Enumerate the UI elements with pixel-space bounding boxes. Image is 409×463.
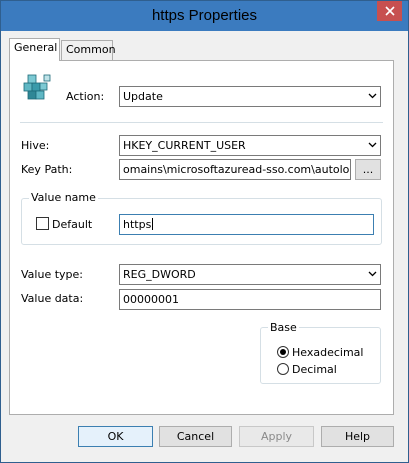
key-path-input[interactable]: omains\microsoftazuread-sso.com\autologo…	[119, 159, 351, 180]
properties-dialog: https Properties General Common Action: …	[0, 0, 409, 463]
hive-dropdown[interactable]: HKEY_CURRENT_USER	[119, 135, 381, 156]
action-value: Update	[123, 90, 163, 103]
hexadecimal-radio[interactable]	[277, 346, 289, 358]
decimal-radio[interactable]	[277, 363, 289, 375]
value-type-dropdown[interactable]: REG_DWORD	[119, 264, 381, 285]
tab-general[interactable]: General	[9, 38, 60, 61]
apply-button[interactable]: Apply	[239, 426, 314, 447]
hive-value: HKEY_CURRENT_USER	[123, 139, 246, 152]
chevron-down-icon	[368, 142, 377, 148]
value-data-label: Value data:	[21, 292, 84, 305]
hexadecimal-label: Hexadecimal	[292, 346, 364, 359]
base-group-title: Base	[268, 321, 299, 334]
separator	[20, 122, 383, 123]
action-label: Action:	[66, 90, 105, 103]
ok-button[interactable]: OK	[78, 426, 153, 447]
key-path-label: Key Path:	[21, 163, 73, 176]
tab-common[interactable]: Common	[61, 40, 116, 60]
general-panel: Action: Update Hive: HKEY_CURRENT_USER K…	[9, 60, 394, 415]
text-cursor	[152, 218, 154, 230]
close-button[interactable]	[377, 1, 402, 21]
window-title: https Properties	[151, 7, 258, 24]
registry-cubes-icon	[23, 74, 51, 100]
chevron-down-icon	[368, 271, 377, 277]
decimal-label: Decimal	[292, 363, 337, 376]
default-checkbox-label: Default	[52, 218, 93, 231]
chevron-down-icon	[368, 93, 377, 99]
browse-button[interactable]: ...	[355, 159, 381, 180]
value-data-input[interactable]: 00000001	[119, 289, 381, 310]
value-name-text: https	[123, 218, 152, 231]
value-name-group-title: Value name	[29, 191, 98, 204]
default-checkbox[interactable]	[36, 217, 49, 230]
hive-label: Hive:	[21, 139, 50, 152]
title-bar[interactable]: https Properties	[1, 1, 408, 31]
value-type-value: REG_DWORD	[123, 268, 196, 281]
value-type-label: Value type:	[21, 268, 83, 281]
close-icon	[384, 6, 395, 16]
value-name-input[interactable]: https	[119, 214, 374, 235]
help-button[interactable]: Help	[321, 426, 394, 447]
action-dropdown[interactable]: Update	[119, 86, 381, 107]
cancel-button[interactable]: Cancel	[159, 426, 232, 447]
